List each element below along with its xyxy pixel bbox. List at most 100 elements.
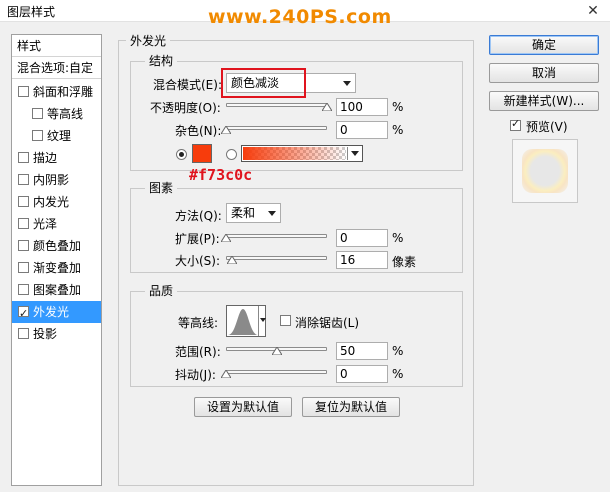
style-item-satin[interactable]: 光泽: [12, 213, 101, 235]
technique-label: 方法(Q):: [175, 209, 222, 223]
size-slider-thumb[interactable]: [227, 256, 238, 264]
ok-button[interactable]: 确定: [489, 35, 599, 55]
dialog-titlebar: 图层样式 www.240PS.com ✕: [0, 0, 610, 28]
blend-mode-highlight-box: [221, 68, 306, 98]
opacity-slider-thumb[interactable]: [322, 103, 332, 111]
stroke-checkbox[interactable]: [18, 152, 29, 163]
style-item-label: 光泽: [33, 217, 58, 231]
dialog-title: 图层样式: [7, 5, 56, 19]
spread-slider-thumb[interactable]: [221, 234, 231, 242]
antialias-checkbox[interactable]: [280, 315, 291, 326]
styles-header[interactable]: 样式: [12, 35, 101, 57]
style-item-outer-glow[interactable]: 外发光: [12, 301, 101, 325]
opacity-slider-track[interactable]: [226, 103, 327, 107]
new-style-button[interactable]: 新建样式(W)...: [489, 91, 599, 111]
blend-mode-label: 混合模式(E):: [153, 78, 222, 92]
color-hex-annotation: #f73c0c: [189, 166, 253, 184]
chevron-down-icon: [268, 211, 276, 216]
chevron-down-icon: [260, 318, 266, 322]
style-item-label: 内阴影: [33, 173, 70, 187]
style-item-label: 内发光: [33, 195, 70, 209]
jitter-input[interactable]: 0: [336, 365, 388, 383]
texture-checkbox[interactable]: [32, 130, 43, 141]
outer-glow-title: 外发光: [126, 32, 171, 49]
range-input[interactable]: 50: [336, 342, 388, 360]
pattern-overlay-checkbox[interactable]: [18, 284, 29, 295]
structure-title: 结构: [145, 52, 178, 69]
style-item-label: 投影: [33, 327, 58, 341]
spread-label: 扩展(P):: [175, 232, 220, 246]
preview-label: 预览(V): [526, 120, 568, 134]
contour-label: 等高线:: [178, 316, 219, 330]
range-slider-thumb[interactable]: [271, 347, 282, 355]
elements-title: 图素: [145, 179, 178, 196]
style-item-label: 颜色叠加: [33, 239, 82, 253]
technique-value: 柔和: [231, 206, 256, 220]
style-preview-thumbnail: [512, 139, 578, 203]
close-icon[interactable]: ✕: [583, 1, 603, 21]
opacity-input[interactable]: 100: [336, 98, 388, 116]
gradient-preview: [243, 147, 346, 160]
style-item-texture[interactable]: 纹理: [12, 125, 101, 147]
gradient-picker[interactable]: [241, 145, 363, 162]
solid-color-radio[interactable]: [176, 149, 187, 160]
style-item-stroke[interactable]: 描边: [12, 147, 101, 169]
noise-label: 杂色(N):: [175, 124, 222, 138]
gradient-radio[interactable]: [226, 149, 237, 160]
outer-glow-checkbox[interactable]: [18, 303, 29, 325]
size-unit: 像素: [392, 255, 417, 269]
color-overlay-checkbox[interactable]: [18, 240, 29, 251]
quality-title: 品质: [145, 282, 178, 299]
chevron-down-icon: [351, 151, 359, 156]
size-label: 大小(S):: [175, 254, 221, 268]
technique-select[interactable]: 柔和: [226, 203, 281, 223]
style-item-inner-glow[interactable]: 内发光: [12, 191, 101, 213]
jitter-slider-thumb[interactable]: [221, 370, 231, 378]
style-item-color-overlay[interactable]: 颜色叠加: [12, 235, 101, 257]
noise-input[interactable]: 0: [336, 121, 388, 139]
range-label: 范围(R):: [175, 345, 221, 359]
noise-slider-thumb[interactable]: [221, 126, 231, 134]
spread-slider-track[interactable]: [226, 234, 327, 238]
style-item-label: 斜面和浮雕: [33, 85, 94, 99]
style-item-label: 外发光: [33, 305, 70, 319]
inner-shadow-checkbox[interactable]: [18, 174, 29, 185]
size-input[interactable]: 16: [336, 251, 388, 269]
style-item-bevel-emboss[interactable]: 斜面和浮雕: [12, 81, 101, 103]
antialias-label: 消除锯齿(L): [295, 316, 360, 330]
contour-picker[interactable]: [226, 305, 266, 337]
satin-checkbox[interactable]: [18, 218, 29, 229]
size-slider-track[interactable]: [226, 256, 327, 260]
make-default-button[interactable]: 设置为默认值: [194, 397, 292, 417]
style-item-contour[interactable]: 等高线: [12, 103, 101, 125]
jitter-unit: %: [392, 367, 404, 381]
watermark-text: www.240PS.com: [208, 6, 392, 28]
blending-options-item[interactable]: 混合选项:自定: [12, 57, 101, 79]
drop-shadow-checkbox[interactable]: [18, 328, 29, 339]
contour-checkbox[interactable]: [32, 108, 43, 119]
inner-glow-checkbox[interactable]: [18, 196, 29, 207]
style-item-label: 图案叠加: [33, 283, 82, 297]
style-item-gradient-overlay[interactable]: 渐变叠加: [12, 257, 101, 279]
preview-checkbox[interactable]: [510, 117, 521, 131]
jitter-slider-track[interactable]: [226, 370, 327, 374]
style-item-inner-shadow[interactable]: 内阴影: [12, 169, 101, 191]
glow-color-swatch[interactable]: [192, 144, 212, 163]
style-item-drop-shadow[interactable]: 投影: [12, 323, 101, 345]
contour-curve-icon: [228, 307, 258, 335]
range-unit: %: [392, 344, 404, 358]
jitter-label: 抖动(J):: [175, 368, 216, 382]
style-item-label: 等高线: [47, 107, 84, 121]
style-item-label: 描边: [33, 151, 58, 165]
cancel-button[interactable]: 取消: [489, 63, 599, 83]
noise-unit: %: [392, 123, 404, 137]
reset-default-button[interactable]: 复位为默认值: [302, 397, 400, 417]
spread-input[interactable]: 0: [336, 229, 388, 247]
opacity-label: 不透明度(O):: [150, 101, 221, 115]
noise-slider-track[interactable]: [226, 126, 327, 130]
gradient-dropdown[interactable]: [347, 147, 361, 160]
gradient-overlay-checkbox[interactable]: [18, 262, 29, 273]
style-item-pattern-overlay[interactable]: 图案叠加: [12, 279, 101, 301]
contour-dropdown[interactable]: [258, 306, 266, 336]
bevel-emboss-checkbox[interactable]: [18, 86, 29, 97]
